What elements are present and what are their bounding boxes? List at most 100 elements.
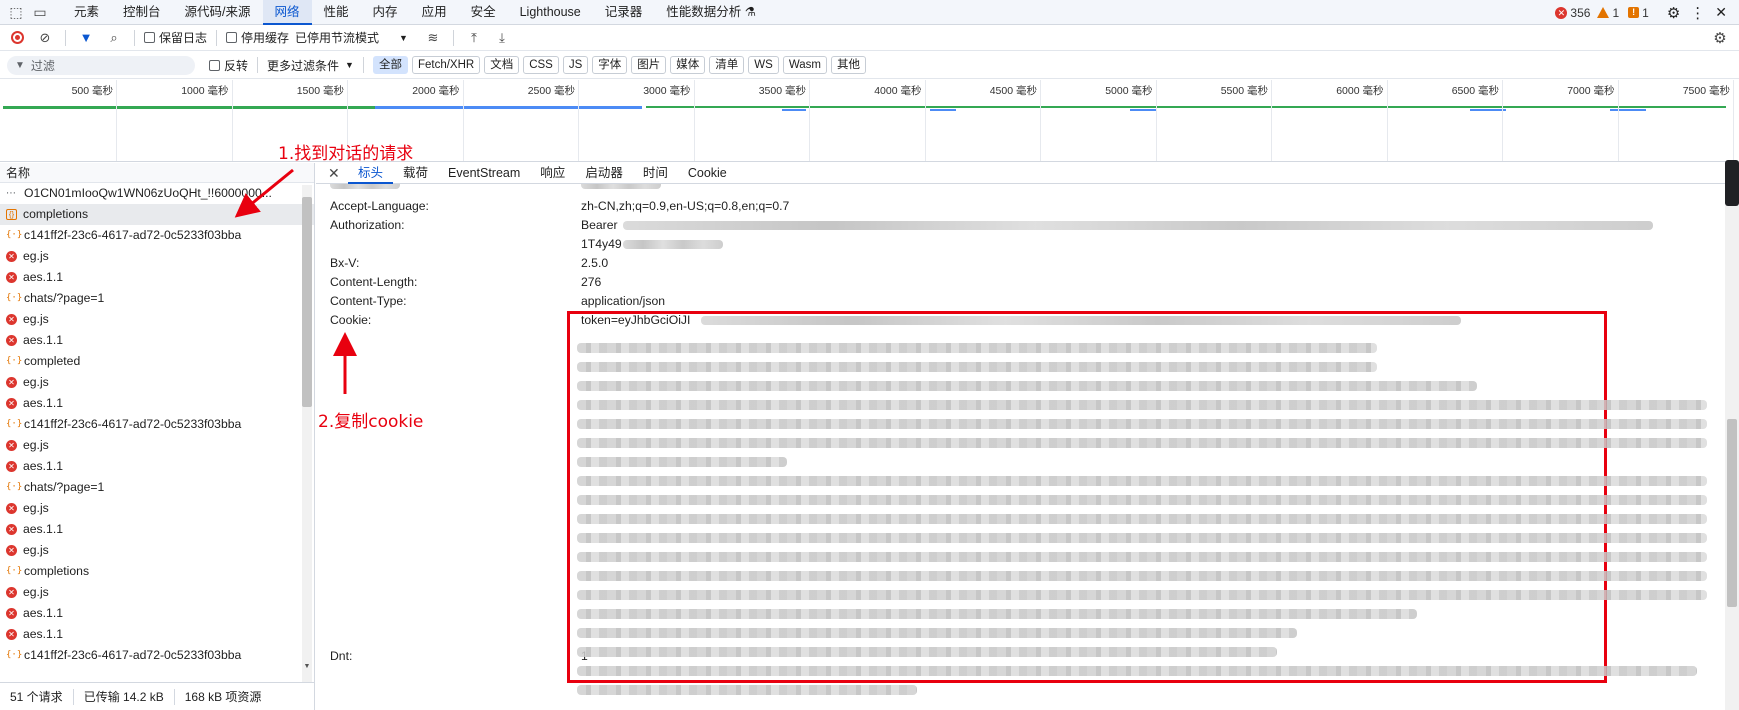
more-filters-dropdown[interactable]: 更多过滤条件 ▼ [267,57,354,74]
request-row[interactable]: {·} chats/?page=1 [0,288,314,309]
disable-cache-checkbox[interactable]: 停用缓存 [226,29,289,46]
main-tab[interactable]: 应用 [410,0,459,25]
request-row[interactable]: ✕ aes.1.1 [0,456,314,477]
detail-tab[interactable]: Cookie [678,163,737,184]
more-menu-icon[interactable]: ⋮ [1690,4,1705,22]
header-value[interactable]: zh-CN,zh;q=0.9,en-US;q=0.8,en;q=0.7 [581,197,789,216]
request-row[interactable]: ✕ aes.1.1 [0,393,314,414]
filter-chip[interactable]: Wasm [782,56,827,74]
record-icon [10,31,24,44]
main-tab[interactable]: 网络 [262,0,312,25]
request-row[interactable]: ✕ aes.1.1 [0,624,314,645]
header-name: Accept-Language: [330,199,429,213]
filter-toggle-button[interactable]: ▼ [75,27,97,49]
main-tab[interactable]: 内存 [361,0,410,25]
header-value[interactable]: 1T4y49 [581,235,622,254]
detail-scrollbar-thumb[interactable] [1727,419,1737,607]
detail-tab[interactable]: 标头 [348,163,394,184]
detail-tab[interactable]: 载荷 [393,163,438,184]
request-row[interactable]: ✕ eg.js [0,540,314,561]
invert-checkbox[interactable]: 反转 [209,57,248,74]
clear-button[interactable]: ⊘ [34,27,56,49]
scrollbar-thumb[interactable] [302,197,312,407]
network-conditions-button[interactable]: ≋ [422,27,444,49]
name-column-header[interactable]: 名称 [0,163,314,183]
close-detail-icon[interactable]: ✕ [328,165,348,182]
filter-chip[interactable]: 全部 [372,56,408,74]
request-row[interactable]: {·} c141ff2f-23c6-4617-ad72-0c5233f03bba [0,414,314,435]
main-tab[interactable]: 源代码/来源 [173,0,263,25]
device-toolbar-icon[interactable]: ▭ [28,0,52,25]
detail-tab[interactable]: 响应 [530,163,575,184]
upload-icon: ⤒ [471,29,477,45]
throttle-select[interactable]: 已停用节流模式 ▼ [295,29,408,46]
request-row[interactable]: ✕ eg.js [0,372,314,393]
filter-chip[interactable]: 字体 [592,56,628,74]
request-row[interactable]: ✕ eg.js [0,435,314,456]
import-har-button[interactable]: ⤒ [463,27,485,49]
request-row[interactable]: {·} completed [0,351,314,372]
request-row[interactable]: {·} c141ff2f-23c6-4617-ad72-0c5233f03bba [0,225,314,246]
blurred-line [577,571,1707,581]
request-name: chats/?page=1 [24,480,105,494]
filter-chip[interactable]: CSS [523,56,559,74]
info-count: 1 [1642,5,1649,20]
header-value[interactable]: application/json [581,292,665,311]
request-row[interactable]: ✕ aes.1.1 [0,603,314,624]
inspect-element-icon[interactable]: ⬚ [4,0,28,25]
request-row[interactable]: {·} c141ff2f-23c6-4617-ad72-0c5233f03bba [0,645,314,666]
request-row[interactable]: ✕ aes.1.1 [0,330,314,351]
scroll-down-arrow-icon[interactable]: ▼ [303,663,311,670]
header-value[interactable]: Bearer [581,216,618,235]
header-value[interactable]: 276 [581,273,601,292]
filter-chip[interactable]: Fetch/XHR [411,56,481,74]
request-row[interactable]: ✕ aes.1.1 [0,267,314,288]
request-row[interactable]: ⋯ O1CN01mIooQw1WN06zUoQHt_!!6000000... [0,183,314,204]
checkbox-box[interactable] [226,32,238,43]
record-button[interactable] [6,27,28,49]
main-tab[interactable]: 记录器 [593,0,655,25]
network-overview-timeline[interactable]: 500 毫秒 1000 毫秒 1500 毫秒 2000 毫秒 2500 毫秒 3000 毫… [0,80,1739,162]
filter-chip[interactable]: 文档 [484,56,520,74]
request-row[interactable]: ✕ eg.js [0,309,314,330]
main-tab[interactable]: 元素 [62,0,111,25]
request-row[interactable]: ✕ aes.1.1 [0,519,314,540]
detail-tab[interactable]: 时间 [633,163,678,184]
panel-resize-grip[interactable] [1725,160,1739,206]
main-tab[interactable]: 控制台 [111,0,173,25]
search-button[interactable]: ⌕ [103,27,125,49]
export-har-button[interactable]: ⤓ [491,27,513,49]
main-tab[interactable]: 安全 [459,0,508,25]
request-row[interactable]: {} completions [0,204,314,225]
network-settings-button[interactable]: ⚙ [1709,27,1731,49]
close-devtools-icon[interactable]: ✕ [1715,4,1727,21]
request-row[interactable]: {·} chats/?page=1 [0,477,314,498]
error-icon: ✕ [6,314,17,325]
issues-counter[interactable]: ✕ 356 1 ! 1 [1555,5,1649,20]
filter-chip[interactable]: 媒体 [670,56,706,74]
main-tab[interactable]: 性能数据分析 ⚗ [654,0,768,25]
preserve-log-checkbox[interactable]: 保留日志 [144,29,207,46]
checkbox-box[interactable] [209,59,220,71]
filter-input[interactable]: ▼ 过滤 [7,55,195,75]
request-row[interactable]: {·} completions [0,561,314,582]
request-row[interactable]: ✕ eg.js [0,246,314,267]
filter-chip[interactable]: WS [748,56,779,74]
timeline-tick-label: 5500 毫秒 [1220,85,1268,97]
checkbox-box[interactable] [144,32,155,43]
detail-tab[interactable]: EventStream [438,163,530,184]
request-row[interactable]: ✕ eg.js [0,498,314,519]
request-name: completions [23,207,89,221]
filter-chip[interactable]: 其他 [830,56,866,74]
main-tab[interactable]: 性能 [312,0,361,25]
filter-chip[interactable]: 图片 [631,56,667,74]
detail-tab[interactable]: 启动器 [575,163,633,184]
timeline-gridline: 3500 毫秒 [759,80,810,161]
header-value[interactable]: 2.5.0 [581,254,608,273]
settings-gear-icon[interactable]: ⚙ [1667,4,1680,22]
filter-chip[interactable]: 清单 [709,56,745,74]
filter-chip[interactable]: JS [562,56,589,74]
main-tab[interactable]: Lighthouse [508,0,593,25]
request-row[interactable]: ✕ eg.js [0,582,314,603]
timeline-gridline: 5500 毫秒 [1221,80,1272,161]
